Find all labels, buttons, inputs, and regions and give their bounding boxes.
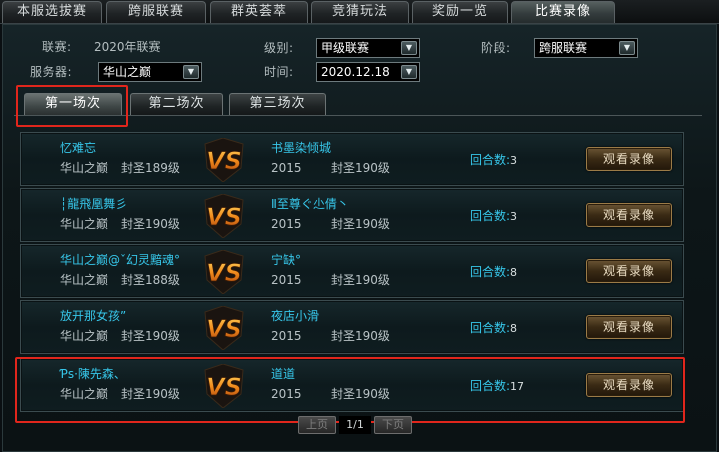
server-select[interactable]: 华山之巅 ▼ [98,62,202,82]
player1-server: 华山之巅 [60,273,109,287]
vs-text: VS [206,315,242,343]
rounds-label: 回合数: [470,209,511,223]
rounds-count: 回合数:8 [470,320,517,337]
tab-elite-gathering[interactable]: 群英荟萃 [210,1,308,23]
time-select-value: 2020.12.18 [321,65,390,79]
player1-rank: 封圣190级 [121,217,180,231]
tab-rewards[interactable]: 奖励一览 [412,1,508,23]
player2-name: 宁缺° [271,253,302,267]
rounds-label: 回合数: [470,265,511,279]
time-label: 时间: [264,65,294,79]
player2-name: 书墨染倾城 [271,141,332,155]
watch-replay-button[interactable]: 观看录像 [586,147,672,171]
player1-rank: 封圣188级 [121,273,180,287]
player1-name: ┆龍飛凰舞彡 [60,197,128,211]
rounds-count: 回合数:8 [470,264,517,281]
league-value: 2020年联赛 [94,40,161,54]
level-label: 级别: [264,41,294,55]
player1-name: 忆难忘 [60,141,97,155]
rounds-value: 8 [510,322,518,335]
prev-page-button[interactable]: 上页 [298,416,336,434]
vs-icon: VS [204,250,244,294]
highlight-box-match-5 [15,357,685,423]
tab-match-replays[interactable]: 比赛录像 [511,1,615,23]
player1-name: 放开那女孩” [60,309,127,323]
rounds-label: 回合数: [470,321,511,335]
page-indicator: 1/1 [339,416,371,434]
player1-rank: 封圣189级 [121,161,180,175]
watch-replay-button[interactable]: 观看录像 [586,203,672,227]
player2-rank: 封圣190级 [331,161,390,175]
chevron-down-icon[interactable]: ▼ [401,41,417,55]
tab-round-2[interactable]: 第二场次 [130,93,223,115]
player1-server: 华山之巅 [60,329,109,343]
league-label: 联赛: [42,40,72,54]
rounds-label: 回合数: [470,153,511,167]
rounds-value: 3 [510,210,518,223]
player2-rank: 封圣190级 [331,217,390,231]
player1-name: 华山之巅@ˇ幻灵黯魂° [60,253,181,267]
match-row: 忆难忘华山之巅 封圣189级 VS 书墨染倾城 2015 封圣190级 回合数:3 观看录像 [20,132,684,186]
player1-rank: 封圣190级 [121,329,180,343]
player2-server: 2015 [271,161,302,175]
player2-rank: 封圣190级 [331,273,390,287]
tab-local-selection[interactable]: 本服选拔赛 [2,1,102,23]
vs-text: VS [206,203,242,231]
tab-round-3[interactable]: 第三场次 [229,93,326,115]
player1-server: 华山之巅 [60,217,109,231]
watch-replay-button[interactable]: 观看录像 [586,259,672,283]
watch-replay-button[interactable]: 观看录像 [586,315,672,339]
level-select-value: 甲级联赛 [321,41,370,55]
rounds-value: 3 [510,154,518,167]
vs-text: VS [206,259,242,287]
vs-icon: VS [204,306,244,350]
player2-server: 2015 [271,273,302,287]
player2-server: 2015 [271,329,302,343]
next-page-button[interactable]: 下页 [374,416,412,434]
vs-text: VS [206,147,242,175]
stage-select[interactable]: 跨服联赛 ▼ [534,38,638,58]
match-row: 放开那女孩” 华山之巅 封圣190级 VS 夜店小滑 2015 封圣190级 回合数:8 观看录… [20,300,684,354]
chevron-down-icon[interactable]: ▼ [401,65,417,79]
stage-select-value: 跨服联赛 [539,41,588,55]
tab-betting[interactable]: 竞猜玩法 [311,1,409,23]
top-tab-bar: 本服选拔赛 跨服联赛 群英荟萃 竞猜玩法 奖励一览 比赛录像 [0,0,719,24]
match-row: ┆龍飛凰舞彡 华山之巅 封圣190级 VS Ⅱ至尊ぐ尐倩丶 2015 封圣190级 回合数:3… [20,188,684,242]
player1-server: 华山之巅 [60,161,109,175]
time-select[interactable]: 2020.12.18 ▼ [316,62,420,82]
server-select-value: 华山之巅 [103,65,152,79]
stage-label: 阶段: [481,41,511,55]
vs-icon: VS [204,138,244,182]
level-select[interactable]: 甲级联赛 ▼ [316,38,420,58]
rounds-value: 8 [510,266,518,279]
highlight-box-round-1 [16,85,128,127]
player2-server: 2015 [271,217,302,231]
server-label: 服务器: [30,65,73,79]
match-row: 华山之巅@ˇ幻灵黯魂° 华山之巅 封圣188级 VS 宁缺° 2015 封圣190级 回合数:… [20,244,684,298]
vs-icon: VS [204,194,244,238]
player2-name: Ⅱ至尊ぐ尐倩丶 [271,197,349,211]
rounds-count: 回合数:3 [470,152,517,169]
chevron-down-icon[interactable]: ▼ [183,65,199,79]
tab-cross-server-league[interactable]: 跨服联赛 [106,1,206,23]
player2-rank: 封圣190级 [331,329,390,343]
rounds-count: 回合数:3 [470,208,517,225]
player2-name: 夜店小滑 [271,309,320,323]
chevron-down-icon[interactable]: ▼ [619,41,635,55]
